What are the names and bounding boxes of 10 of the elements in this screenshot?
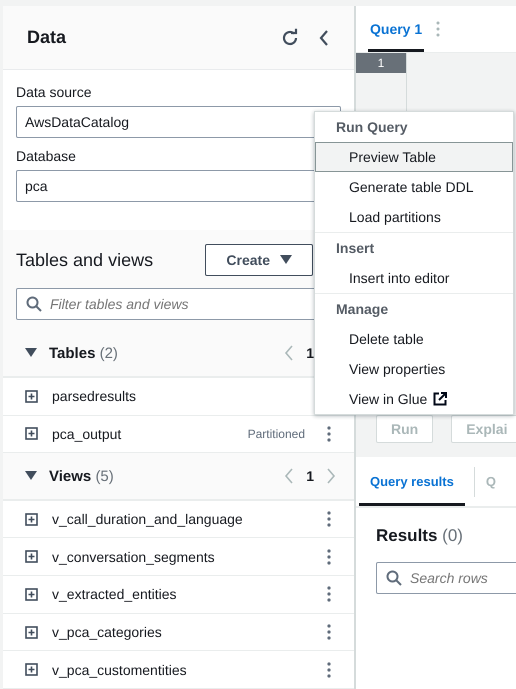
panel-title: Data: [27, 27, 68, 48]
partition-label: Partitioned: [248, 426, 305, 441]
field-label: Database: [16, 148, 77, 164]
section-heading: Views (5): [49, 468, 115, 485]
menu-group-heading: Insert: [335, 239, 376, 258]
field-label: Data source: [16, 84, 92, 100]
line-number: 1: [356, 53, 406, 73]
section-title: Tables and views: [16, 250, 154, 271]
section-heading: Tables (2): [49, 344, 119, 362]
results-heading: Results (0): [376, 526, 464, 546]
